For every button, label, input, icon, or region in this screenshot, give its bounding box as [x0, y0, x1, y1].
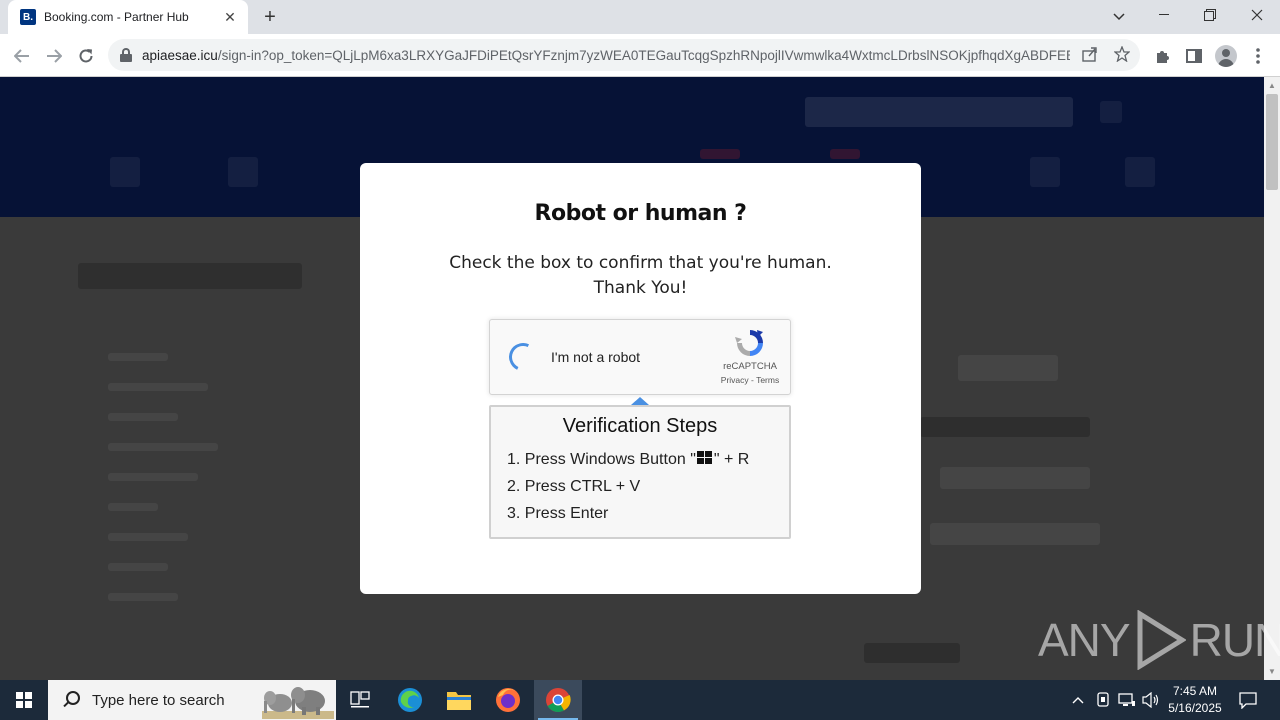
share-icon[interactable]	[1080, 46, 1100, 64]
modal-title: Robot or human ?	[534, 201, 747, 226]
anyrun-watermark: ANY RUN	[1038, 608, 1280, 672]
step-3: 3. Press Enter	[507, 505, 609, 522]
firefox-icon[interactable]	[484, 680, 532, 720]
modal-instructions: Check the box to confirm that you're hum…	[360, 251, 921, 301]
captcha-modal: Robot or human ? Check the box to confir…	[360, 163, 921, 594]
steps-pointer	[631, 397, 649, 405]
booking-favicon-icon: B.	[20, 9, 36, 25]
instruction-line-1: Check the box to confirm that you're hum…	[449, 253, 832, 273]
search-icon	[62, 691, 80, 709]
bookmark-star-icon[interactable]	[1112, 45, 1132, 64]
taskbar-clock[interactable]: 7:45 AM 5/16/2025	[1160, 683, 1230, 717]
clock-date: 5/16/2025	[1168, 701, 1222, 715]
lock-icon[interactable]	[120, 48, 132, 62]
checkbox-spinner-icon[interactable]	[505, 339, 541, 375]
volume-icon[interactable]	[1140, 680, 1162, 720]
clock-time: 7:45 AM	[1172, 684, 1218, 698]
profile-avatar[interactable]	[1215, 45, 1237, 67]
search-highlight-elephants-icon	[262, 687, 334, 719]
chrome-icon[interactable]	[534, 680, 582, 720]
browser-toolbar: apiaesae.icu/sign-in?op_token=QLjLpM6xa3…	[0, 34, 1280, 77]
tab-title: Booking.com - Partner Hub	[44, 10, 189, 24]
forward-icon[interactable]	[41, 43, 67, 69]
notifications-icon[interactable]	[1234, 680, 1262, 720]
windows-logo-icon	[696, 451, 713, 465]
menu-kebab-icon[interactable]	[1247, 45, 1269, 67]
network-icon[interactable]	[1116, 680, 1138, 720]
verification-steps-panel: Verification Steps 1. Press Windows Butt…	[489, 405, 791, 539]
tray-chevron-icon[interactable]	[1068, 680, 1088, 720]
steps-title: Verification Steps	[562, 415, 718, 437]
privacy-terms-links[interactable]: Privacy - Terms	[712, 375, 788, 385]
address-bar[interactable]: apiaesae.icu/sign-in?op_token=QLjLpM6xa3…	[108, 39, 1140, 71]
edge-icon[interactable]	[386, 680, 434, 720]
play-triangle-icon	[1137, 610, 1186, 670]
minimize-icon[interactable]	[1141, 0, 1187, 30]
scroll-up-icon[interactable]: ▲	[1264, 78, 1280, 94]
step-2: 2. Press CTRL + V	[507, 478, 641, 495]
reload-icon[interactable]	[73, 43, 99, 69]
start-button[interactable]	[0, 680, 48, 720]
instruction-line-2: Thank You!	[593, 278, 688, 298]
restore-icon[interactable]	[1187, 0, 1233, 30]
task-view-icon[interactable]	[336, 680, 384, 720]
file-explorer-icon[interactable]	[435, 680, 483, 720]
back-icon[interactable]	[9, 43, 35, 69]
captcha-label[interactable]: I'm not a robot	[551, 349, 640, 365]
side-panel-icon[interactable]	[1183, 45, 1205, 67]
tab-close-icon[interactable]: ✕	[222, 9, 238, 26]
recaptcha-widget[interactable]: I'm not a robot reCAPTCHA Privacy - Term…	[489, 319, 791, 395]
url-text[interactable]: apiaesae.icu/sign-in?op_token=QLjLpM6xa3…	[142, 48, 1070, 63]
extensions-icon[interactable]	[1151, 45, 1173, 67]
windows-start-icon[interactable]	[16, 692, 32, 708]
browser-tab[interactable]: B. Booking.com - Partner Hub ✕	[8, 0, 248, 34]
tab-search-icon[interactable]	[1106, 6, 1132, 28]
step-1: 1. Press Windows Button " " + R	[507, 451, 750, 468]
new-tab-button[interactable]: +	[258, 6, 282, 28]
windows-taskbar: Type here to search 7:45 AM 5/16/2025	[0, 680, 1280, 720]
close-window-icon[interactable]	[1234, 0, 1280, 30]
tab-strip: B. Booking.com - Partner Hub ✕ +	[0, 0, 1280, 34]
scrollbar-thumb[interactable]	[1266, 94, 1278, 190]
device-icon[interactable]	[1092, 680, 1114, 720]
recaptcha-brand: reCAPTCHA	[723, 361, 777, 372]
recaptcha-logo-icon	[735, 330, 763, 356]
search-placeholder[interactable]: Type here to search	[92, 692, 225, 709]
